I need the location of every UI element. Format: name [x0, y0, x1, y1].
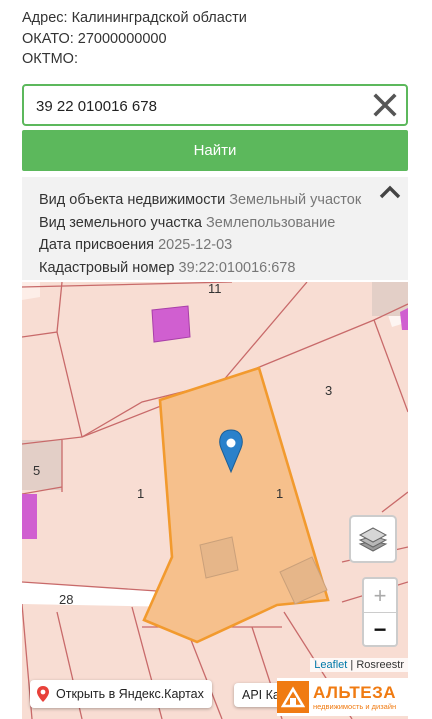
- okato-line: ОКАТО: 27000000000: [22, 30, 167, 47]
- gray-building: [22, 440, 62, 490]
- parcel-label-1-right: 1: [276, 486, 283, 501]
- open-yandex-maps-button[interactable]: Открыть в Яндекс.Картах: [30, 680, 212, 708]
- find-button[interactable]: Найти: [22, 130, 408, 171]
- map-attribution: Leaflet | Rosreestr: [310, 658, 408, 672]
- parcel-label-5: 5: [33, 463, 40, 478]
- info-key: Кадастровый номер: [39, 259, 175, 276]
- rosreestr-credit: Rosreestr: [356, 659, 404, 671]
- location-pin-icon: [37, 686, 49, 702]
- address-line: Адрес: Калининградской области: [22, 10, 247, 26]
- building: [199, 536, 239, 579]
- info-value: 39:22:010016:678: [178, 259, 296, 276]
- parcel-label-3: 3: [325, 383, 332, 398]
- watermark-name: АЛЬТЕЗА: [313, 682, 397, 702]
- watermark-logo: АЛЬТЕЗА недвижимость и дизайн: [277, 678, 427, 716]
- address-info: Адрес: Калининградской области ОКАТО: 27…: [22, 8, 247, 70]
- info-key: Вид земельного участка: [39, 214, 202, 231]
- watermark-tagline: недвижимость и дизайн: [313, 701, 397, 711]
- cadastral-search-input[interactable]: [34, 86, 358, 126]
- info-value: 2025-12-03: [158, 237, 233, 254]
- clear-search-button[interactable]: [370, 90, 400, 120]
- info-row-cadastral-number: Кадастровый номер 39:22:010016:678: [39, 257, 408, 280]
- cadastral-map[interactable]: 11 3 5 1 1 28 + − Leaflet | Rosreestr От…: [22, 282, 408, 719]
- info-value: Землепользование: [206, 214, 336, 231]
- magenta-building: [22, 494, 37, 539]
- street-label-28: 28: [59, 592, 73, 607]
- zoom-in-button[interactable]: +: [364, 579, 396, 613]
- info-key: Вид объекта недвижимости: [39, 192, 226, 208]
- info-value: Земельный участок: [229, 192, 362, 208]
- zoom-control: + −: [362, 577, 398, 647]
- layers-button[interactable]: [349, 515, 397, 563]
- magenta-building: [151, 305, 191, 343]
- map-canvas: 11 3 5 1 1 28: [22, 282, 408, 719]
- open-yandex-label: Открыть в Яндекс.Картах: [56, 687, 204, 701]
- parcel-label-1-left: 1: [137, 486, 144, 501]
- info-row-object-type: Вид объекта недвижимости Земельный участ…: [39, 189, 408, 212]
- zoom-out-button[interactable]: −: [364, 613, 396, 646]
- search-box: [22, 84, 408, 126]
- logo-icon: [277, 681, 309, 713]
- info-key: Дата присвоения: [39, 237, 155, 254]
- oktmo-line: ОКТМО:: [22, 51, 78, 67]
- close-icon: [373, 93, 397, 117]
- info-row-land-type: Вид земельного участка Землепользование: [39, 212, 408, 235]
- attribution-separator: |: [347, 659, 357, 671]
- layers-icon: [358, 527, 388, 552]
- chevron-up-icon: [379, 185, 401, 199]
- parcel-label-11: 11: [208, 282, 222, 296]
- leaflet-link[interactable]: Leaflet: [314, 659, 347, 671]
- object-info-panel: Вид объекта недвижимости Земельный участ…: [22, 177, 408, 280]
- info-row-date: Дата присвоения 2025-12-03: [39, 234, 408, 257]
- collapse-button[interactable]: [378, 183, 402, 201]
